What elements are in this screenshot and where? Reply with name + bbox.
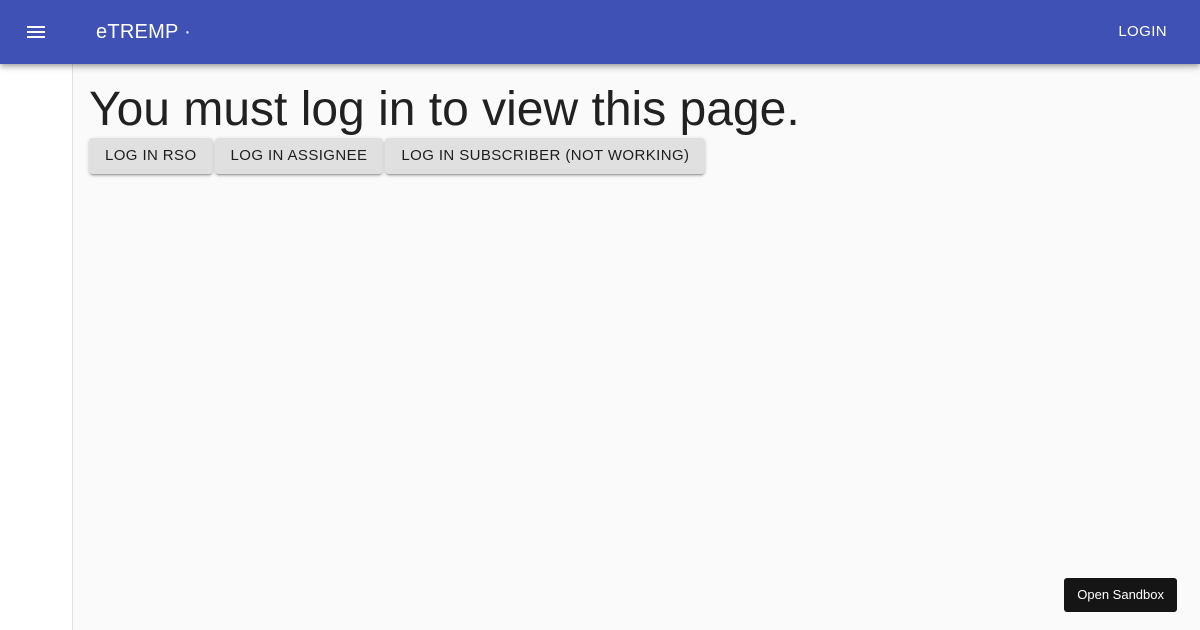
log-in-assignee-button[interactable]: LOG IN ASSIGNEE [214, 138, 384, 174]
login-button-group: LOG IN RSO LOG IN ASSIGNEE LOG IN SUBSCR… [89, 138, 1184, 174]
app-title: eTREMP · [96, 21, 191, 43]
menu-button[interactable] [12, 8, 60, 56]
app-bar: eTREMP · LOGIN [0, 0, 1200, 64]
open-sandbox-button[interactable]: Open Sandbox [1064, 578, 1177, 612]
log-in-subscriber-button[interactable]: LOG IN SUBSCRIBER (NOT WORKING) [385, 138, 706, 174]
menu-icon [27, 26, 45, 38]
login-button[interactable]: LOGIN [1101, 14, 1184, 50]
side-drawer [0, 64, 73, 630]
main-content: You must log in to view this page. LOG I… [73, 64, 1200, 630]
page-heading: You must log in to view this page. [89, 83, 800, 136]
log-in-rso-button[interactable]: LOG IN RSO [89, 138, 213, 174]
